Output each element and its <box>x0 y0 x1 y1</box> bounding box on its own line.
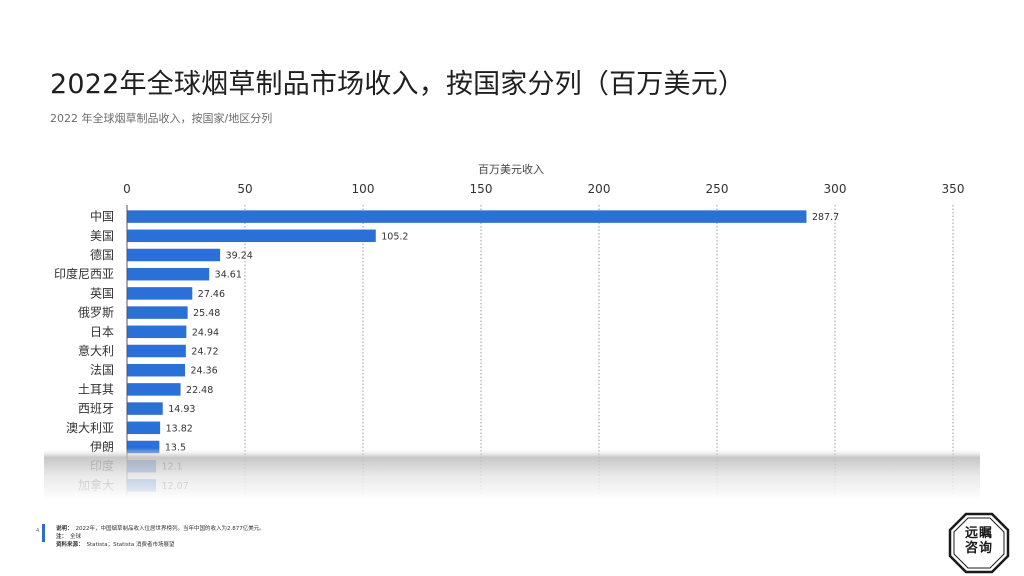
logo-text: 远瞩 咨询 <box>964 526 993 556</box>
source-label: 资料来源： <box>56 542 84 548</box>
x-tick-label: 200 <box>588 182 611 196</box>
source-text: Statista；Statista 消费者市场展望 <box>86 542 175 548</box>
data-label: 39.24 <box>226 251 253 262</box>
data-label: 287.7 <box>812 212 839 223</box>
category-label: 日本 <box>90 325 114 339</box>
data-label: 24.94 <box>192 327 219 338</box>
bar[interactable] <box>127 383 181 396</box>
bar[interactable] <box>127 325 187 339</box>
note-label: 说明： <box>56 526 73 532</box>
data-label: 24.36 <box>190 366 217 377</box>
bar[interactable] <box>127 229 376 243</box>
bar[interactable] <box>127 306 188 319</box>
category-label: 俄罗斯 <box>78 306 114 320</box>
category-label: 法国 <box>90 363 114 377</box>
x-tick-label: 0 <box>123 182 131 196</box>
bar[interactable] <box>127 287 193 300</box>
data-label: 34.61 <box>215 270 242 281</box>
data-label: 105.2 <box>381 231 408 242</box>
category-label: 德国 <box>90 247 114 262</box>
x-tick-label: 50 <box>237 182 252 196</box>
bar-chart: 百万美元收入 0 50 100 150 200 250 300 350 中国 287.7 美国 10… <box>44 162 980 500</box>
category-label: 美国 <box>90 229 114 243</box>
bar[interactable] <box>127 267 210 281</box>
data-label: 27.46 <box>198 289 225 300</box>
x-tick-label: 150 <box>470 182 493 196</box>
x-tick-label: 350 <box>942 182 965 196</box>
footer-notes: 说明： 2022年，中国烟草制品收入位居世界榜列。当年中国的收入为2.877亿美元… <box>56 525 265 549</box>
scope-text: 全球 <box>70 534 82 540</box>
data-label: 14.93 <box>168 404 195 415</box>
x-tick-label: 250 <box>706 182 729 196</box>
category-label: 意大利 <box>78 343 114 358</box>
category-label: 英国 <box>90 286 114 300</box>
bar[interactable] <box>127 210 807 223</box>
bar[interactable] <box>127 402 163 415</box>
footer-accent-bar <box>42 524 45 542</box>
category-label: 澳大利亚 <box>66 421 114 435</box>
category-label: 土耳其 <box>78 382 114 396</box>
scope-label: 注： <box>56 534 68 540</box>
bar[interactable] <box>127 344 186 358</box>
category-label: 西班牙 <box>78 402 114 416</box>
data-label: 22.48 <box>186 385 213 396</box>
data-label: 24.72 <box>191 347 218 358</box>
fade-overlay <box>44 448 980 500</box>
category-label: 印度尼西亚 <box>54 266 114 281</box>
page-number: 4 <box>36 528 40 534</box>
x-tick-label: 100 <box>352 182 375 196</box>
bar[interactable] <box>127 248 221 262</box>
bar[interactable] <box>127 363 185 377</box>
bar[interactable] <box>127 421 161 435</box>
category-label: 中国 <box>90 209 114 224</box>
x-axis-title: 百万美元收入 <box>478 162 544 176</box>
x-tick-label: 300 <box>824 182 847 196</box>
note-text: 2022年，中国烟草制品收入位居世界榜列。当年中国的收入为2.877亿美元。 <box>75 526 265 532</box>
data-label: 25.48 <box>193 308 220 319</box>
data-label: 13.82 <box>166 423 193 434</box>
